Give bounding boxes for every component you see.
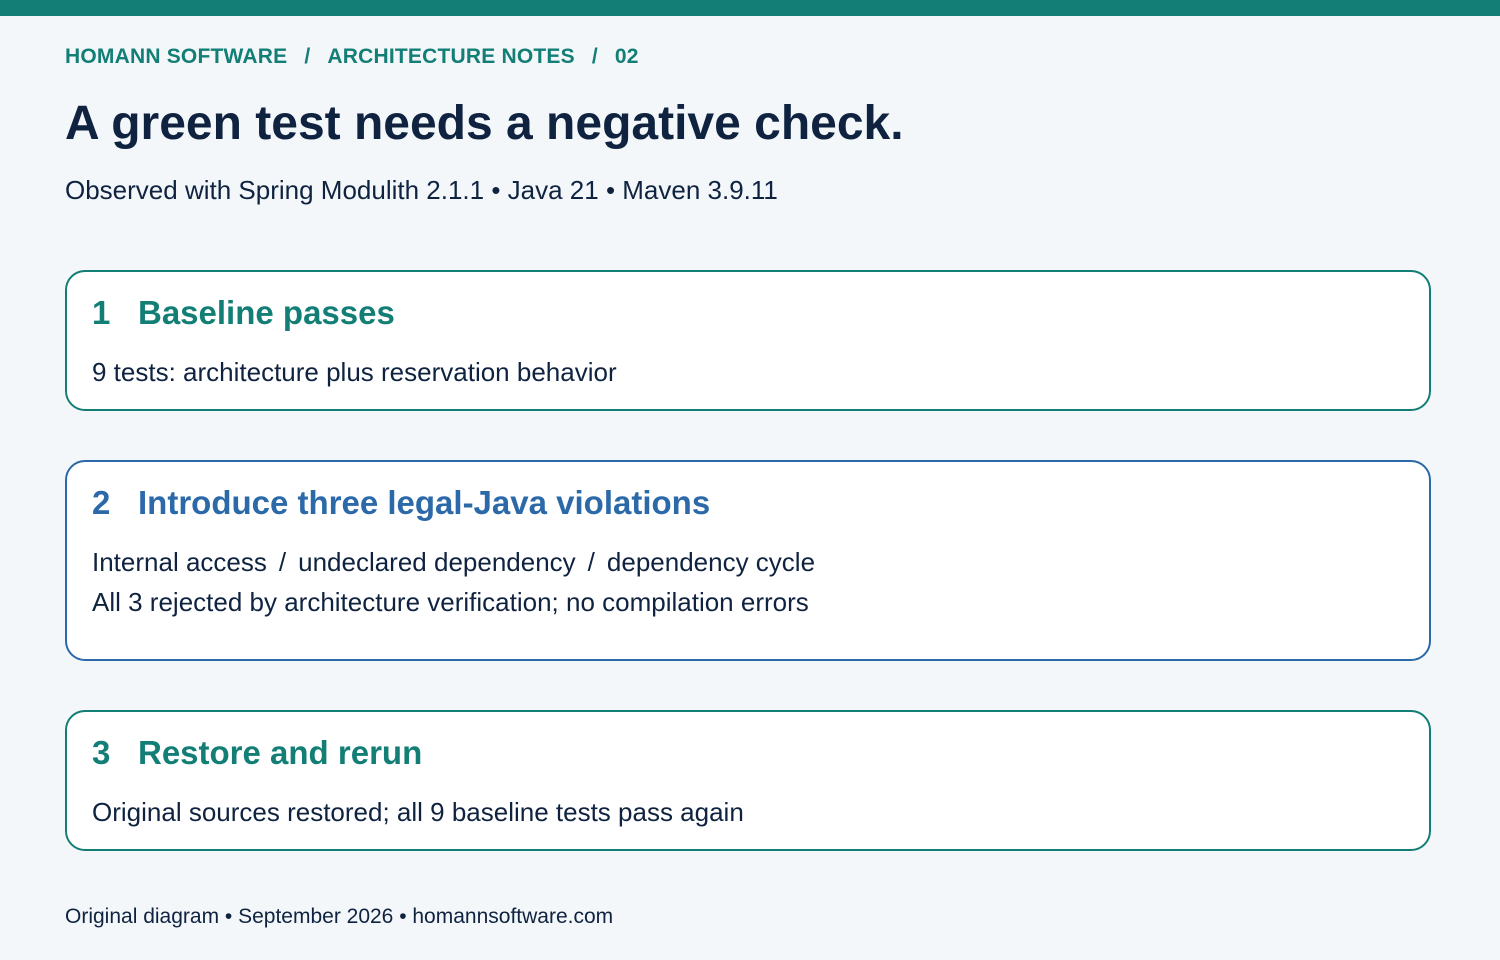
step-heading: 2 Introduce three legal-Java violations [92,484,710,522]
violation-internal-access: Internal access [92,547,267,577]
step-number: 3 [92,734,111,771]
step-heading: 3 Restore and rerun [92,734,422,772]
footer-credits: Original diagram • September 2026 • homa… [65,905,614,928]
top-accent-bar [0,0,1500,16]
step-description: Original sources restored; all 9 baselin… [92,797,744,827]
step-card-violations: 2 Introduce three legal-Java violations I… [65,460,1431,661]
violation-separator: / [587,547,595,577]
violation-list: Internal access / undeclared dependency / de… [92,547,815,578]
violation-undeclared-dependency: undeclared dependency [298,547,576,577]
violation-dependency-cycle: dependency cycle [606,547,816,577]
breadcrumb-separator: / [304,45,311,68]
step-card-restore: 3 Restore and rerun Original sources rest… [65,710,1431,851]
step-number: 2 [92,484,111,521]
step-description: All 3 rejected by architecture verificat… [92,587,809,617]
page-subtitle: Observed with Spring Modulith 2.1.1 • Ja… [65,175,778,205]
step-title: Baseline passes [138,294,395,331]
violation-separator: / [278,547,287,577]
breadcrumb-item-page-number: 02 [614,45,639,68]
breadcrumb-item-company[interactable]: HOMANN SOFTWARE [65,45,287,68]
step-number: 1 [92,294,111,331]
breadcrumb-item-section[interactable]: ARCHITECTURE NOTES [327,45,574,68]
breadcrumb-separator: / [591,45,598,68]
breadcrumb: HOMANN SOFTWARE / ARCHITECTURE NOTES / 02 [65,45,639,69]
step-heading: 1 Baseline passes [92,294,395,332]
page-title: A green test needs a negative check. [65,97,904,150]
step-card-baseline: 1 Baseline passes 9 tests: architecture p… [65,270,1431,411]
step-title: Restore and rerun [138,734,423,771]
step-description: 9 tests: architecture plus reservation b… [92,357,617,387]
step-title: Introduce three legal-Java violations [138,484,711,521]
